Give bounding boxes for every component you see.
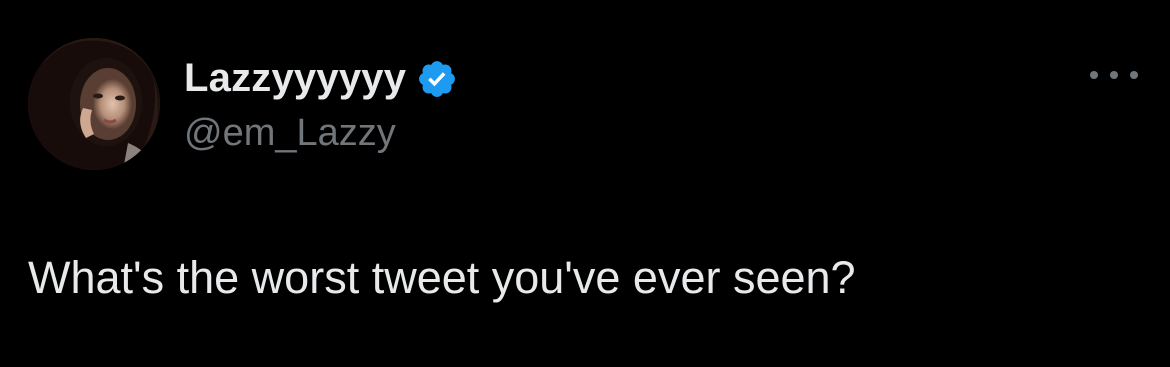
verified-badge-icon	[416, 58, 458, 100]
author-name-row: Lazzyyyyyy	[184, 54, 458, 102]
more-dot	[1110, 71, 1118, 79]
author-display-name[interactable]: Lazzyyyyyy	[184, 54, 406, 102]
author-handle[interactable]: @em_Lazzy	[184, 110, 396, 156]
tweet-text: What's the worst tweet you've ever seen?	[28, 252, 856, 303]
more-options-icon[interactable]	[1090, 62, 1138, 88]
more-dot	[1130, 71, 1138, 79]
tweet-card: Lazzyyyyyy @em_Lazzy What's the worst tw…	[0, 0, 1170, 367]
author-avatar[interactable]	[28, 38, 160, 170]
more-dot	[1090, 71, 1098, 79]
avatar-photo	[28, 38, 160, 170]
